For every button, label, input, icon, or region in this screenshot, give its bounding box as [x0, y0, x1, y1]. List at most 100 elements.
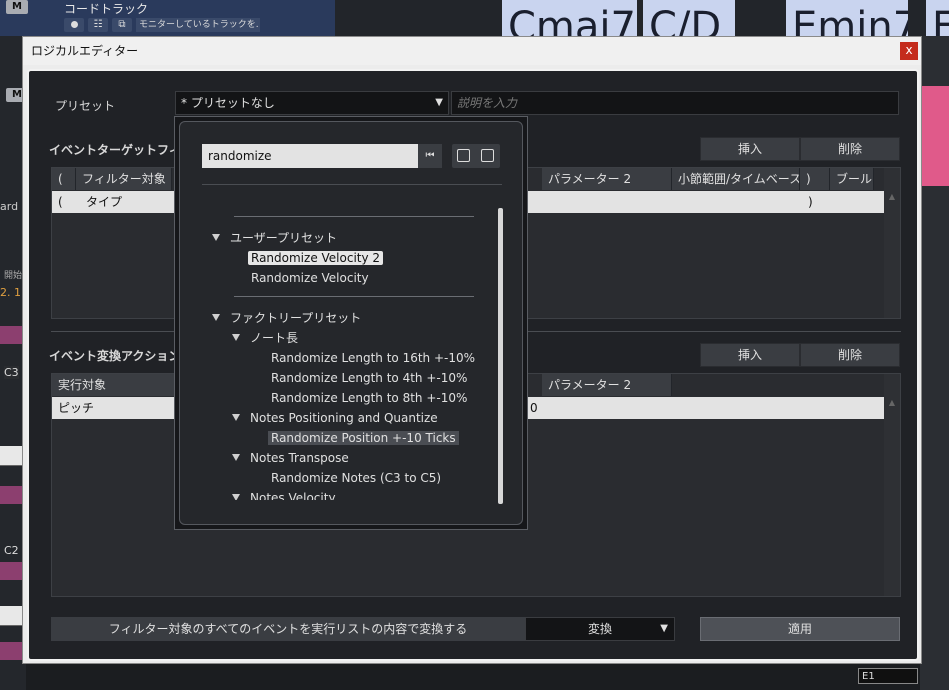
tree-label: ファクトリープリセット	[230, 311, 362, 325]
expand-triangle-icon	[212, 234, 220, 241]
scroll-up-icon: ▲	[888, 398, 896, 407]
tree-item[interactable]: Randomize Velocity	[248, 268, 369, 288]
tree-item[interactable]: Randomize Length to 4th +-10%	[268, 368, 467, 388]
action-scrollbar[interactable]: ▲	[884, 374, 900, 596]
row-target: ピッチ	[58, 401, 95, 415]
chord-label: Cmaj7	[508, 4, 636, 36]
search-reset-button[interactable]: ⏮	[418, 144, 442, 168]
chevron-down-icon: ▼	[660, 623, 668, 634]
chord-label: C/D	[649, 4, 722, 36]
action-section-label: イベント変換アクション	[49, 349, 181, 363]
divider	[234, 216, 474, 217]
chord-label: E	[932, 4, 949, 36]
tree-folder-user[interactable]: ユーザープリセット	[212, 228, 337, 248]
expand-triangle-icon	[232, 334, 240, 341]
midi-part[interactable]	[920, 86, 949, 186]
record-icon	[70, 21, 78, 28]
scroll-up-icon: ▲	[888, 192, 896, 201]
divider	[234, 296, 474, 297]
column-header[interactable]: 小節範囲/タイムベース	[672, 168, 800, 190]
chord-cell[interactable]: Cmaj7	[502, 0, 637, 36]
column-header[interactable]: )	[800, 168, 830, 190]
preset-popup: randomize ⏮ ユーザープリセット Randomize Velocity…	[174, 116, 528, 530]
preset-search-input[interactable]: randomize	[202, 144, 418, 168]
filter-delete-button[interactable]: 削除	[800, 137, 900, 161]
column-header[interactable]: 実行対象	[52, 374, 182, 396]
row-value: 0	[530, 401, 538, 415]
tree-item[interactable]: Randomize Length to 8th +-10%	[268, 388, 467, 408]
preset-actions	[452, 144, 500, 168]
track-header: M コードトラック ☷ ⧉ モニターしているトラックを. ▾	[0, 0, 335, 36]
tree-label: Randomize Length to 4th +-10%	[271, 371, 468, 385]
filter-insert-button[interactable]: 挿入	[700, 137, 800, 161]
column-header[interactable]: (	[52, 168, 76, 190]
tree-label: Randomize Length to 8th +-10%	[271, 391, 468, 405]
preset-dropdown[interactable]: * プリセットなし ▼	[175, 91, 449, 115]
monitor-select-label: モニターしているトラックを.	[139, 20, 259, 30]
column-header[interactable]: パラメーター 2	[542, 374, 672, 396]
tree-folder-factory[interactable]: ファクトリープリセット	[212, 308, 361, 328]
chevron-down-icon: ▼	[435, 97, 443, 108]
function-description: フィルター対象のすべてのイベントを実行リストの内容で変換する	[51, 617, 525, 641]
right-editor-area	[920, 36, 949, 690]
mixer-icon[interactable]: ☷	[88, 18, 108, 32]
action-insert-button[interactable]: 挿入	[700, 343, 800, 367]
tree-label: Notes Velocity	[250, 491, 336, 500]
description-placeholder: 説明を入力	[457, 96, 518, 110]
row-target: タイプ	[86, 195, 123, 209]
divider	[202, 184, 502, 185]
tree-label: Notes Positioning and Quantize	[250, 411, 438, 425]
tree-item-hover[interactable]: Randomize Position +-10 Ticks	[268, 428, 459, 448]
tree-label: Randomize Position +-10 Ticks	[268, 431, 459, 445]
expand-triangle-icon	[212, 314, 220, 321]
row-paren-open: (	[58, 195, 63, 209]
tree-label: Randomize Velocity 2	[248, 251, 384, 265]
tree-label: Randomize Notes (C3 to C5)	[271, 471, 442, 485]
filter-scrollbar[interactable]: ▲	[884, 168, 900, 318]
mute-button[interactable]: M	[6, 0, 28, 14]
tree-folder[interactable]: ノート長	[232, 328, 298, 348]
tree-label: Notes Transpose	[250, 451, 349, 465]
description-input[interactable]: 説明を入力	[451, 91, 899, 115]
tree-item-selected[interactable]: Randomize Velocity 2	[248, 248, 384, 268]
save-preset-icon[interactable]	[457, 149, 470, 162]
column-header[interactable]: ブール	[830, 168, 874, 190]
routing-icon[interactable]: ⧉	[112, 18, 132, 32]
tree-item[interactable]: Randomize Notes (C3 to C5)	[268, 468, 441, 488]
tree-label: Randomize Velocity	[251, 271, 369, 285]
preset-value: * プリセットなし	[181, 96, 275, 110]
left-label: ard	[0, 200, 19, 213]
tree-folder[interactable]: Notes Transpose	[232, 448, 349, 468]
load-preset-icon[interactable]	[481, 149, 494, 162]
left-label: 開始	[4, 271, 23, 281]
column-header[interactable]: パラメーター 2	[542, 168, 672, 190]
chord-cell[interactable]: Emin7	[786, 0, 908, 36]
function-mode-dropdown[interactable]: 変換 ▼	[525, 617, 675, 641]
chord-label: Emin7	[792, 4, 908, 36]
preset-tree: ユーザープリセット Randomize Velocity 2 Randomize…	[202, 226, 492, 500]
dialog-title: ロジカルエディター	[23, 37, 921, 65]
tree-folder[interactable]: Notes Positioning and Quantize	[232, 408, 438, 428]
chord-cell[interactable]: C/D	[643, 0, 735, 36]
expand-triangle-icon	[232, 494, 240, 500]
position-readout: 2. 1.	[0, 286, 25, 299]
close-icon: x	[905, 43, 913, 57]
chord-cell[interactable]: E	[926, 0, 949, 36]
pitch-label-c3: C3	[4, 366, 19, 379]
expand-triangle-icon	[232, 454, 240, 461]
close-button[interactable]: x	[900, 42, 918, 60]
record-button[interactable]	[64, 18, 84, 32]
preset-popup-panel: randomize ⏮ ユーザープリセット Randomize Velocity…	[179, 121, 523, 525]
preset-label: プリセット	[55, 99, 116, 113]
tree-label: Randomize Length to 16th +-10%	[271, 351, 476, 365]
apply-button[interactable]: 適用	[700, 617, 900, 641]
tree-item[interactable]: Randomize Length to 16th +-10%	[268, 348, 475, 368]
row-paren-close: )	[808, 195, 813, 209]
bottom-label: E1	[858, 668, 918, 684]
column-header[interactable]: フィルター対象	[76, 168, 172, 190]
monitor-select[interactable]: モニターしているトラックを. ▾	[136, 18, 260, 32]
preset-tree-scrollbar[interactable]	[498, 208, 503, 504]
rewind-icon: ⏮	[425, 150, 435, 161]
action-delete-button[interactable]: 削除	[800, 343, 900, 367]
tree-folder[interactable]: Notes Velocity	[232, 488, 336, 500]
